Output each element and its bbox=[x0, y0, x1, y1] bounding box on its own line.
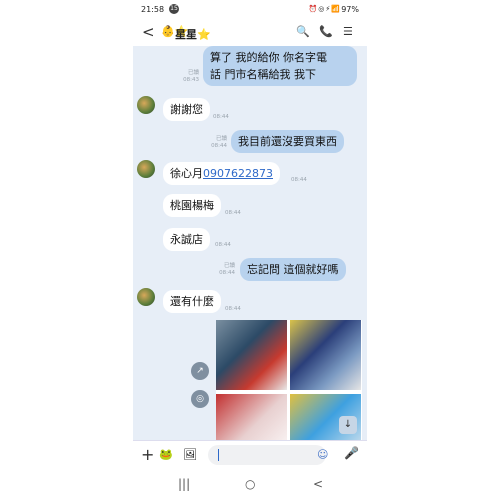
status-icons: ⏰◎⚡📶 bbox=[308, 5, 341, 13]
message-text: 忘記問 這個就好嗎 bbox=[247, 263, 339, 276]
nav-back-icon[interactable]: < bbox=[313, 477, 323, 491]
avatar[interactable] bbox=[137, 96, 155, 114]
contact-name: 徐心月 bbox=[170, 167, 203, 180]
message-text: 謝謝您 bbox=[170, 103, 203, 116]
chat-title[interactable]: 星星⭐ bbox=[175, 26, 211, 42]
message-meta: 已讀 08:44 bbox=[213, 263, 235, 277]
message-bubble-in[interactable]: 桃園楊梅 bbox=[163, 194, 221, 217]
message-time: 08:44 bbox=[211, 143, 227, 149]
avatar[interactable] bbox=[137, 160, 155, 178]
emoji-icon[interactable]: ☺ bbox=[317, 448, 328, 461]
home-icon[interactable]: ○ bbox=[245, 477, 255, 491]
chat-area[interactable]: 已讀 08:43 算了 我的給你 你名字電 話 門市名稱給我 我下 謝謝您 08… bbox=[133, 46, 367, 464]
read-receipt: 已讀 bbox=[223, 263, 235, 269]
input-bar: + 🐸 🖼 ☺ 🎤 bbox=[133, 440, 367, 471]
phone-link[interactable]: 0907622873 bbox=[203, 167, 273, 180]
search-icon[interactable]: 🔍 bbox=[296, 25, 310, 38]
battery-indicator: 97% bbox=[341, 5, 359, 14]
message-meta: 已讀 08:43 bbox=[177, 70, 199, 84]
message-time: 08:44 bbox=[215, 242, 231, 248]
scroll-down-icon[interactable]: ↓ bbox=[339, 416, 357, 434]
message-input[interactable] bbox=[208, 445, 326, 465]
status-bar: 21:58 15 ⏰◎⚡📶 97% bbox=[133, 0, 367, 20]
message-time: 08:44 bbox=[291, 177, 307, 183]
system-navigation-bar: ||| ○ < bbox=[133, 470, 367, 500]
avatar[interactable] bbox=[137, 288, 155, 306]
message-time: 08:43 bbox=[183, 77, 199, 83]
image-icon[interactable]: 🖼 bbox=[183, 448, 197, 461]
share-icon[interactable]: ↗ bbox=[191, 362, 209, 380]
text-cursor bbox=[218, 449, 219, 461]
message-bubble-out[interactable]: 忘記問 這個就好嗎 bbox=[240, 258, 346, 281]
chat-header: < 👶⭐ 星星⭐ 🔍 📞 ☰ bbox=[133, 20, 367, 46]
message-bubble-in[interactable]: 徐心月0907622873 bbox=[163, 162, 280, 185]
message-text: 桃園楊梅 bbox=[170, 199, 214, 212]
phone-screen: 21:58 15 ⏰◎⚡📶 97% < 👶⭐ 星星⭐ 🔍 📞 ☰ 已讀 08:4… bbox=[133, 0, 367, 500]
message-bubble-in[interactable]: 謝謝您 bbox=[163, 98, 210, 121]
microphone-icon[interactable]: 🎤 bbox=[344, 446, 359, 460]
recent-apps-icon[interactable]: ||| bbox=[178, 477, 190, 491]
plus-icon[interactable]: + bbox=[141, 445, 154, 464]
message-text: 我目前還沒要買東西 bbox=[238, 135, 337, 148]
photo-thumbnail[interactable] bbox=[290, 320, 361, 390]
read-receipt: 已讀 bbox=[187, 70, 199, 76]
message-meta: 已讀 08:44 bbox=[205, 136, 227, 150]
message-bubble-in[interactable]: 還有什麼 bbox=[163, 290, 221, 313]
message-time: 08:44 bbox=[225, 210, 241, 216]
message-text: 算了 我的給你 你名字電 bbox=[210, 51, 327, 64]
sticker-icon[interactable]: 🐸 bbox=[159, 448, 173, 461]
message-text: 話 門市名稱給我 我下 bbox=[210, 68, 316, 81]
call-icon[interactable]: 📞 bbox=[319, 25, 333, 38]
back-icon[interactable]: < bbox=[142, 23, 155, 41]
notification-badge: 15 bbox=[169, 4, 179, 14]
message-time: 08:44 bbox=[213, 114, 229, 120]
message-bubble-out[interactable]: 我目前還沒要買東西 bbox=[231, 130, 344, 153]
read-receipt: 已讀 bbox=[215, 136, 227, 142]
message-time: 08:44 bbox=[225, 306, 241, 312]
menu-icon[interactable]: ☰ bbox=[343, 25, 353, 38]
message-text: 還有什麼 bbox=[170, 295, 214, 308]
photo-thumbnail[interactable] bbox=[216, 320, 287, 390]
message-time: 08:44 bbox=[219, 270, 235, 276]
message-text: 永誠店 bbox=[170, 233, 203, 246]
more-options-icon[interactable]: ◎ bbox=[191, 390, 209, 408]
status-time: 21:58 bbox=[141, 5, 165, 14]
message-bubble-out[interactable]: 算了 我的給你 你名字電 話 門市名稱給我 我下 bbox=[203, 46, 357, 86]
message-bubble-in[interactable]: 永誠店 bbox=[163, 228, 210, 251]
